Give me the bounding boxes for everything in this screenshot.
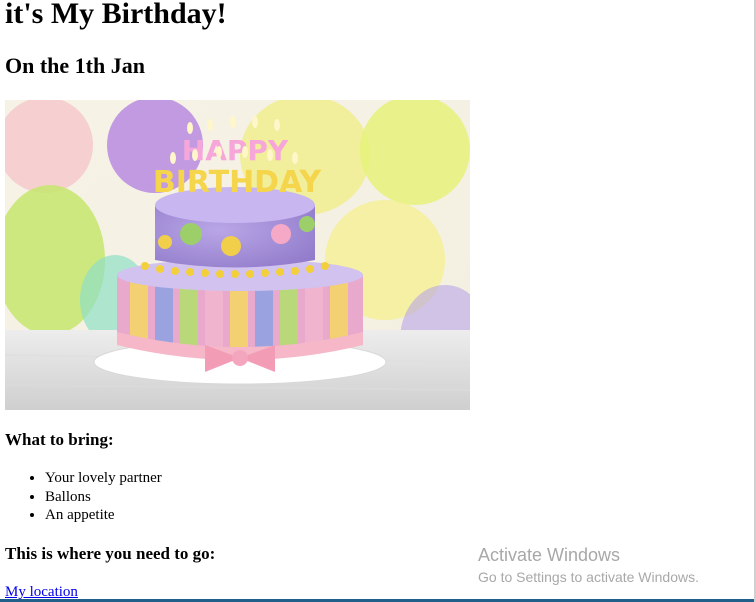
- activate-windows-watermark: Activate Windows Go to Settings to activ…: [478, 543, 699, 587]
- page: it's My Birthday! On the 1th Jan HAPPY B…: [0, 0, 756, 602]
- svg-text:BIRTHDAY: BIRTHDAY: [153, 165, 323, 200]
- location-heading: This is where you need to go:: [5, 544, 216, 563]
- svg-text:HAPPY: HAPPY: [182, 134, 289, 167]
- page-subtitle: On the 1th Jan: [5, 53, 145, 78]
- bring-list: Your lovely partner Ballons An appetite: [5, 469, 162, 525]
- list-item: An appetite: [45, 506, 162, 525]
- bring-heading: What to bring:: [5, 430, 114, 449]
- birthday-cake-image: HAPPY BIRTHDAY: [5, 100, 470, 410]
- list-item: Your lovely partner: [45, 469, 162, 488]
- watermark-subtitle: Go to Settings to activate Windows.: [478, 569, 699, 585]
- page-title: it's My Birthday!: [5, 0, 227, 30]
- watermark-title: Activate Windows: [478, 545, 621, 565]
- list-item: Ballons: [45, 488, 162, 507]
